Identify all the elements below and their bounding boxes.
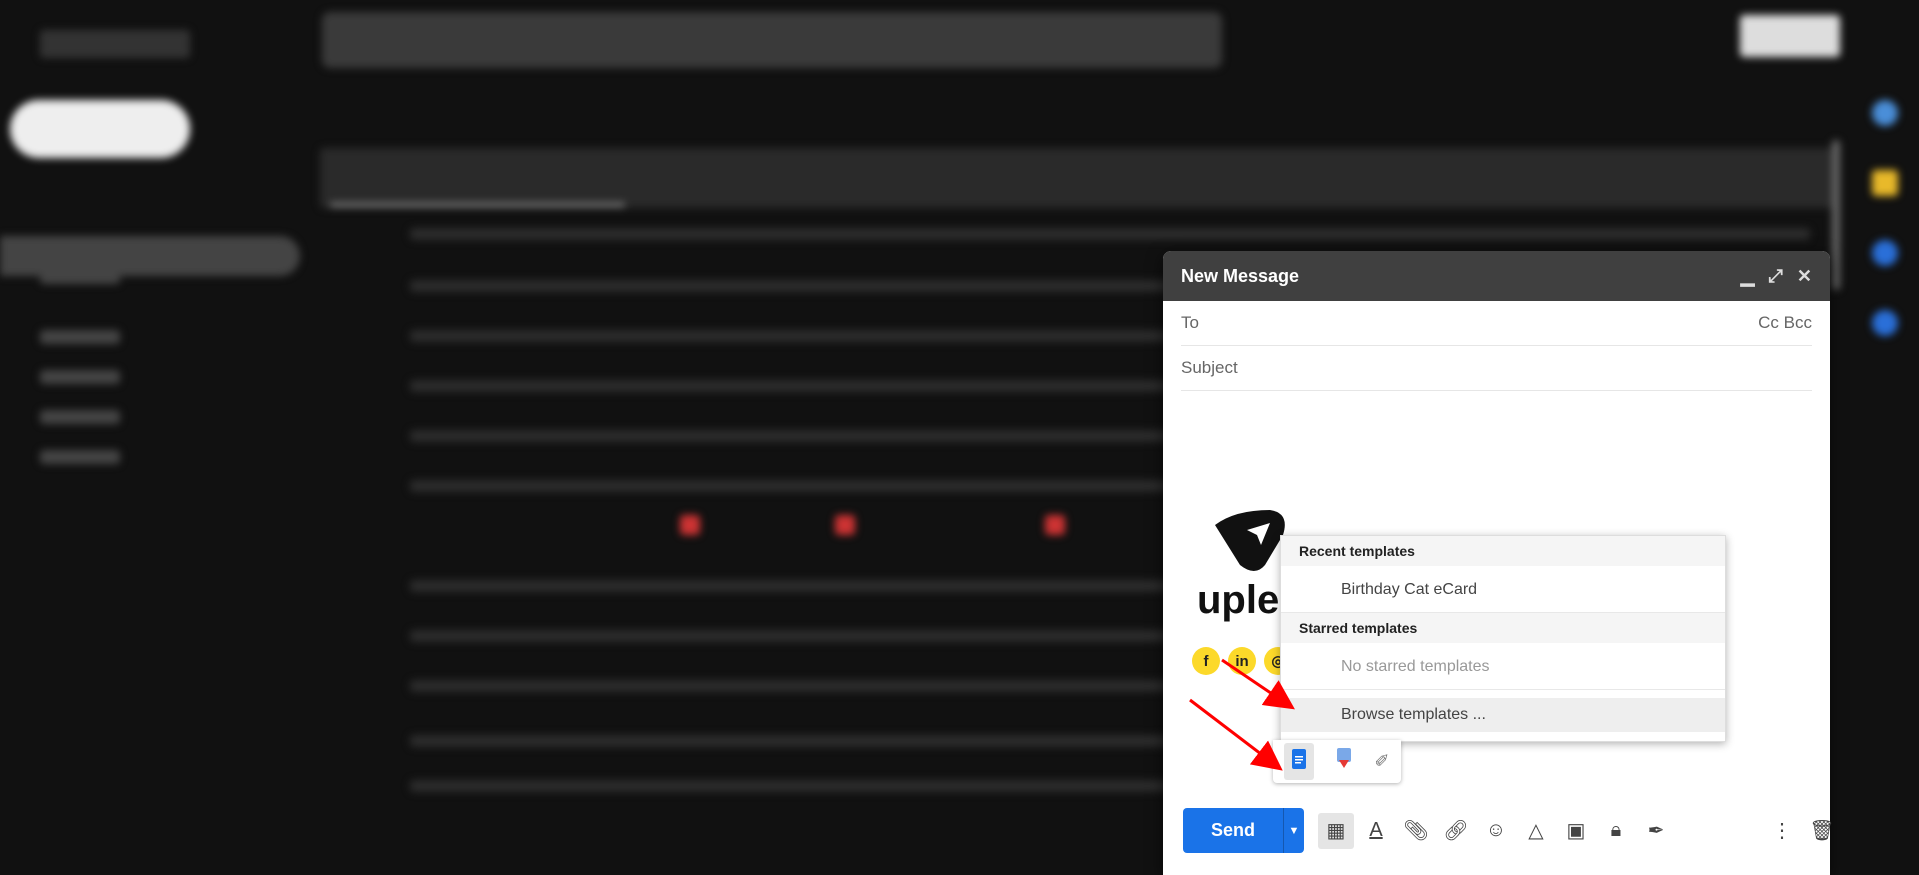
- compose-title: New Message: [1181, 265, 1300, 286]
- facebook-icon[interactable]: f: [1192, 647, 1220, 675]
- save-template-icon[interactable]: [1337, 748, 1352, 775]
- browse-templates-item[interactable]: Browse templates ...: [1281, 698, 1725, 732]
- logo-text: uple: [1197, 578, 1279, 622]
- discard-icon[interactable]: 🗑︎: [1804, 813, 1840, 849]
- to-label: To: [1181, 313, 1199, 332]
- link-icon[interactable]: 🔗︎: [1438, 813, 1474, 849]
- to-field[interactable]: To Cc Bcc: [1181, 301, 1812, 346]
- compose-bottom-toolbar: Send ▼ ▦ A 📎︎ 🔗︎ ☺ △ ▣ 🔒︎ ✒ ⋮ 🗑︎: [1183, 808, 1840, 853]
- signature-pen-icon[interactable]: ✒: [1638, 813, 1674, 849]
- starred-templates-header: Starred templates: [1281, 613, 1725, 643]
- subject-placeholder: Subject: [1181, 358, 1238, 377]
- templates-menu: Recent templates Birthday Cat eCard Star…: [1280, 535, 1726, 742]
- confidential-icon[interactable]: 🔒︎: [1598, 813, 1634, 849]
- send-button[interactable]: Send: [1183, 808, 1283, 853]
- emoji-icon[interactable]: ☺: [1478, 813, 1514, 849]
- compose-header: New Message ▁ ⤢ ✕: [1163, 251, 1830, 301]
- no-starred-templates: No starred templates: [1281, 643, 1725, 690]
- attach-icon[interactable]: 📎︎: [1398, 813, 1434, 849]
- template-item-birthday-cat-ecard[interactable]: Birthday Cat eCard: [1281, 566, 1725, 613]
- extension-mini-toolbar: ✐: [1273, 740, 1401, 783]
- linkedin-icon[interactable]: in: [1228, 647, 1256, 675]
- send-options-button[interactable]: ▼: [1283, 808, 1304, 853]
- photo-icon[interactable]: ▣: [1558, 813, 1594, 849]
- minimize-icon[interactable]: ▁: [1741, 266, 1755, 287]
- cc-bcc-link[interactable]: Cc Bcc: [1758, 313, 1812, 333]
- templates-doc-icon[interactable]: [1284, 743, 1315, 780]
- text-format-icon[interactable]: A: [1358, 813, 1394, 849]
- recent-templates-header: Recent templates: [1281, 536, 1725, 566]
- subject-field[interactable]: Subject: [1181, 346, 1812, 391]
- more-options-icon[interactable]: ⋮: [1764, 813, 1800, 849]
- close-icon[interactable]: ✕: [1797, 266, 1812, 287]
- apps-grid-icon[interactable]: ▦: [1318, 812, 1354, 849]
- drive-icon[interactable]: △: [1518, 813, 1554, 849]
- fullscreen-icon[interactable]: ⤢: [1769, 266, 1783, 287]
- tools-icon[interactable]: ✐: [1374, 751, 1389, 772]
